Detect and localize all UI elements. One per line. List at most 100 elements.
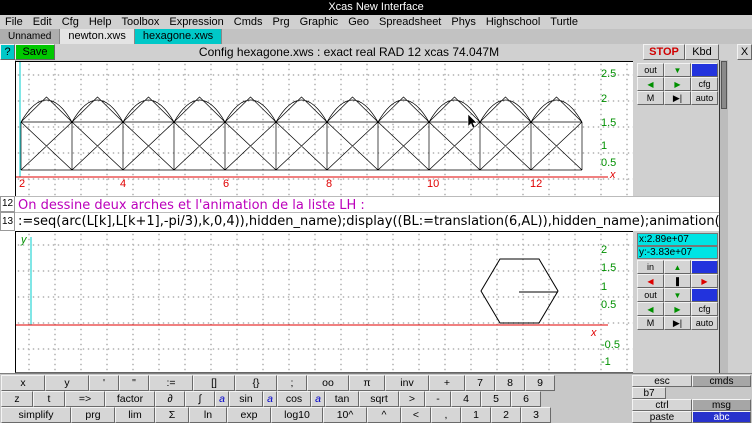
close-session-button[interactable]: X (737, 44, 752, 60)
keyboard-key[interactable]: lim (115, 407, 155, 423)
keyboard-key[interactable]: < (401, 407, 431, 423)
menu-item[interactable]: Phys (446, 15, 480, 29)
anim-forward-button[interactable]: ▶ (691, 274, 718, 288)
worksheet-tab[interactable]: Unnamed (0, 29, 60, 44)
config-button[interactable]: cfg (691, 302, 718, 316)
keyboard-key[interactable]: inv (385, 375, 429, 391)
scroll-right-button[interactable]: ▶ (664, 302, 691, 316)
plot-canvas-arches[interactable]: 2.521.510.5 24681012 x (15, 61, 633, 197)
zoom-out-button[interactable]: out (637, 63, 664, 77)
menu-item[interactable]: Graphic (295, 15, 344, 29)
keyboard-key[interactable]: 5 (481, 391, 511, 407)
menu-button[interactable]: M (637, 316, 664, 330)
menu-item[interactable]: Expression (164, 15, 228, 29)
keyboard-key[interactable]: Σ (155, 407, 189, 423)
keyboard-key[interactable]: oo (307, 375, 349, 391)
autoscale-button[interactable]: auto (691, 91, 718, 105)
line-number-12[interactable]: 12 (0, 196, 15, 212)
scroll-right-button[interactable]: ▶ (664, 77, 691, 91)
menu-item[interactable]: Cfg (57, 15, 84, 29)
scroll-left-button[interactable]: ◀ (637, 302, 664, 316)
menu-item[interactable]: File (0, 15, 28, 29)
menu-item[interactable]: Edit (28, 15, 57, 29)
spacer[interactable] (692, 387, 751, 399)
keyboard-key[interactable]: + (429, 375, 465, 391)
anim-back-button[interactable]: ◀ (637, 274, 664, 288)
keyboard-key[interactable]: sin (229, 391, 263, 407)
pause-button[interactable]: ❚ (664, 274, 691, 288)
plot-canvas-hexagon[interactable]: y 21.510.5 -0.5-1 x (15, 231, 633, 373)
keyboard-key[interactable]: => (65, 391, 105, 407)
autoscale-button[interactable]: auto (691, 316, 718, 330)
keyboard-key[interactable]: [] (193, 375, 235, 391)
save-button[interactable]: Save (15, 44, 55, 60)
keyboard-key[interactable]: 6 (511, 391, 541, 407)
color-button[interactable] (691, 288, 718, 302)
line-number-13[interactable]: 13 (0, 212, 15, 231)
help-button[interactable]: ? (0, 44, 15, 60)
keyboard-key[interactable]: ∫ (185, 391, 215, 407)
keyboard-key[interactable]: {} (235, 375, 277, 391)
keyboard-key[interactable]: " (119, 375, 149, 391)
keyboard-key[interactable]: - (425, 391, 451, 407)
config-status[interactable]: Config hexagone.xws : exact real RAD 12 … (55, 44, 643, 60)
keyboard-key[interactable]: 3 (521, 407, 551, 423)
menu-item[interactable]: Cmds (229, 15, 268, 29)
ctrl-key[interactable]: ctrl (632, 399, 692, 411)
keyboard-key[interactable]: 9 (525, 375, 555, 391)
b7-key[interactable]: b7 (632, 387, 666, 399)
keyboard-key[interactable]: cos (277, 391, 311, 407)
menu-item[interactable]: Prg (268, 15, 295, 29)
menu-item[interactable]: Turtle (545, 15, 583, 29)
command-line-input[interactable]: :=seq(arc(L[k],L[k+1],-pi/3),k,0,4)),hid… (15, 212, 719, 231)
keyboard-key[interactable]: z (1, 391, 33, 407)
worksheet-tab[interactable]: newton.xws (60, 29, 134, 44)
keyboard-key[interactable]: 1 (461, 407, 491, 423)
keyboard-key[interactable]: x (1, 375, 45, 391)
color-button[interactable] (691, 63, 718, 77)
keyboard-key[interactable]: 2 (491, 407, 521, 423)
esc-key[interactable]: esc (632, 375, 692, 387)
abc-key[interactable]: abc (692, 411, 751, 423)
keyboard-key[interactable]: log10 (271, 407, 323, 423)
menu-item[interactable]: Toolbox (116, 15, 164, 29)
keyboard-key[interactable]: 7 (465, 375, 495, 391)
keyboard-key[interactable]: simplify (1, 407, 71, 423)
zoom-in-button[interactable]: in (637, 260, 664, 274)
keyboard-key[interactable]: ' (89, 375, 119, 391)
stop-button[interactable]: STOP (643, 44, 685, 60)
keyboard-key[interactable]: , (431, 407, 461, 423)
keyboard-key[interactable]: > (399, 391, 425, 407)
scroll-down-button[interactable]: ▼ (664, 63, 691, 77)
keyboard-key[interactable]: ln (189, 407, 227, 423)
keyboard-key[interactable]: ; (277, 375, 307, 391)
keyboard-key[interactable]: prg (71, 407, 115, 423)
step-button[interactable]: ▶| (664, 316, 691, 330)
vertical-scrollbar[interactable] (719, 60, 728, 373)
scroll-left-button[interactable]: ◀ (637, 77, 664, 91)
keyboard-key[interactable]: 4 (451, 391, 481, 407)
step-button[interactable]: ▶| (664, 91, 691, 105)
keyboard-key[interactable]: factor (105, 391, 155, 407)
menu-item[interactable]: Geo (343, 15, 374, 29)
keyboard-key[interactable]: π (349, 375, 385, 391)
keyboard-key[interactable]: t (33, 391, 65, 407)
keyboard-key[interactable]: ∂ (155, 391, 185, 407)
keyboard-key[interactable]: exp (227, 407, 271, 423)
worksheet-tab[interactable]: hexagone.xws (135, 29, 222, 44)
keyboard-key[interactable]: ^ (367, 407, 401, 423)
zoom-out-button[interactable]: out (637, 288, 664, 302)
menu-item[interactable]: Help (84, 15, 117, 29)
menu-item[interactable]: Highschool (481, 15, 545, 29)
keyboard-key[interactable]: 8 (495, 375, 525, 391)
cmds-key[interactable]: cmds (692, 375, 751, 387)
keyboard-key[interactable]: y (45, 375, 89, 391)
comment-line[interactable]: On dessine deux arches et l'animation de… (15, 196, 719, 212)
keyboard-key[interactable]: sqrt (359, 391, 399, 407)
keyboard-key[interactable]: := (149, 375, 193, 391)
keyboard-key[interactable]: a (215, 391, 229, 407)
kbd-toggle-button[interactable]: Kbd (685, 44, 719, 60)
config-button[interactable]: cfg (691, 77, 718, 91)
keyboard-key[interactable]: a (311, 391, 325, 407)
keyboard-key[interactable]: a (263, 391, 277, 407)
